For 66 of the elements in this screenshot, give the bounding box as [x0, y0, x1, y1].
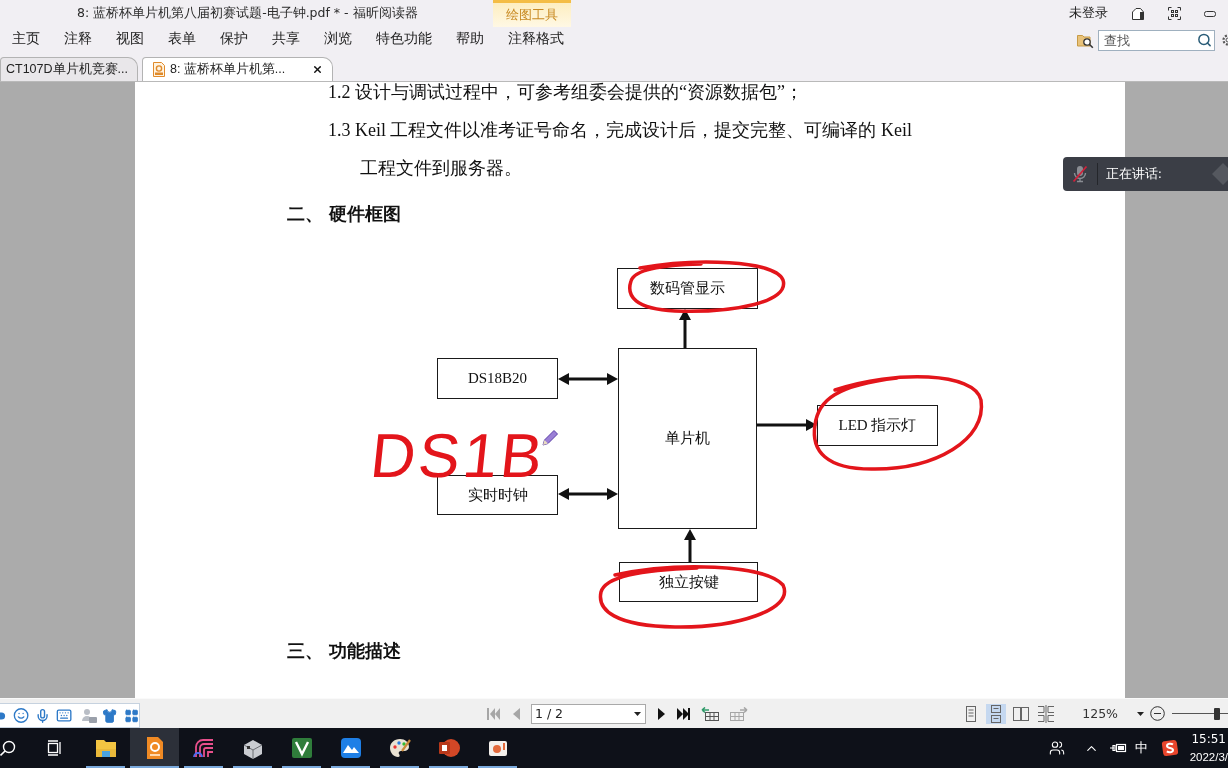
menu-item[interactable]: 帮助: [444, 28, 496, 52]
arcs-icon: [191, 736, 216, 760]
menu-item[interactable]: 浏览: [312, 28, 364, 52]
clock-date: 2022/3/: [1189, 750, 1228, 765]
search-icon[interactable]: [1197, 32, 1212, 48]
presentation-icon: [436, 736, 461, 760]
paragraph-line: 1.3 Keil 工程文件以准考证号命名，完成设计后，提交完整、可编译的 Keil: [328, 120, 912, 140]
user-icon[interactable]: [80, 707, 97, 724]
speaking-label: 正在讲话:: [1105, 165, 1162, 183]
section-heading: 二、 硬件框图: [287, 204, 402, 224]
smiley-icon[interactable]: [13, 707, 30, 724]
minimize-icon[interactable]: [1204, 10, 1216, 17]
continuous-facing-icon[interactable]: [1036, 703, 1057, 724]
mountain-tile-icon: [338, 736, 363, 760]
menu-item[interactable]: 视图: [104, 28, 156, 52]
diagram-block: DS18B20: [437, 358, 558, 399]
fullscreen-icon[interactable]: [1168, 7, 1181, 20]
paragraph-line: 1.2 设计与调试过程中，可参考组委会提供的“资源数据包”；: [328, 82, 803, 102]
document-tab[interactable]: 8: 蓝桥杯单片机第...: [141, 57, 334, 81]
taskbar-app[interactable]: [130, 728, 179, 768]
menu-item[interactable]: 主页: [0, 28, 52, 52]
clock-time: 15:51: [1191, 731, 1227, 748]
diagram-block: 单片机: [618, 348, 757, 529]
menu-item[interactable]: 表单: [156, 28, 208, 52]
paragraph-line: 工程文件到服务器。: [360, 158, 522, 178]
section-heading: 三、 功能描述: [287, 641, 402, 661]
caret-icon[interactable]: [634, 711, 641, 716]
diagram-block: 数码管显示: [617, 268, 758, 309]
tile-logo-icon[interactable]: [1160, 739, 1179, 757]
caret-icon[interactable]: [1137, 711, 1144, 716]
palette-icon: [387, 736, 412, 760]
previous-view-icon[interactable]: [701, 706, 719, 721]
menu-item[interactable]: 注释: [52, 28, 104, 52]
zoom-value[interactable]: 125%: [1082, 706, 1118, 721]
close-icon[interactable]: [312, 64, 324, 75]
pencil-icon: [540, 428, 560, 448]
document-tab[interactable]: CT107D单片机竞赛...: [0, 57, 138, 81]
menu-item[interactable]: 共享: [260, 28, 312, 52]
battery-plug-icon[interactable]: [1109, 742, 1127, 754]
gear-icon[interactable]: [1221, 33, 1228, 47]
people-icon[interactable]: [1048, 740, 1065, 756]
mic-muted-icon[interactable]: [1072, 165, 1088, 183]
diagram-block: LED 指示灯: [817, 405, 938, 446]
shirt-icon[interactable]: [101, 707, 117, 724]
keyboard-icon[interactable]: [56, 707, 73, 724]
chevron-tile-icon: [289, 736, 314, 760]
continuous-page-icon[interactable]: [986, 703, 1007, 724]
search-field[interactable]: 查找: [1098, 29, 1215, 51]
zoom-out-icon[interactable]: [1150, 706, 1165, 721]
slider-thumb[interactable]: [1213, 707, 1220, 720]
window-title: 8: 蓝桥杯单片机第八届初赛试题-电子钟.pdf * - 福昕阅读器: [77, 5, 418, 22]
next-page-icon[interactable]: [657, 706, 666, 721]
document-icon: [152, 62, 165, 77]
login-link[interactable]: 未登录: [1069, 5, 1108, 22]
menu-item[interactable]: 保护: [208, 28, 260, 52]
page-field[interactable]: 1 / 2: [531, 703, 646, 724]
input-mode-toggle[interactable]: 中: [1134, 739, 1148, 757]
context-tab-label: 绘图工具: [493, 0, 571, 27]
grid-icon[interactable]: [123, 707, 139, 724]
mic-icon[interactable]: [35, 707, 51, 724]
menu-item[interactable]: 特色功能: [364, 28, 444, 52]
task-view-icon[interactable]: [47, 740, 63, 756]
search-icon[interactable]: [0, 739, 16, 757]
menu-item[interactable]: 注释格式: [496, 28, 576, 52]
bag-icon[interactable]: [1131, 6, 1145, 21]
last-page-icon[interactable]: [677, 706, 690, 721]
